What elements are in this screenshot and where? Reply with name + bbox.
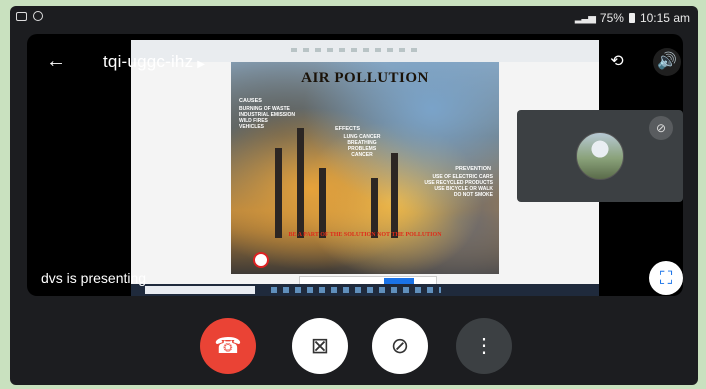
avatar <box>576 132 624 180</box>
mic-off-icon: ⊘ <box>390 333 410 358</box>
battery-icon <box>628 13 635 23</box>
signal-icon: ▂▃▅ <box>574 12 596 24</box>
chimney <box>297 128 304 238</box>
end-call-icon: ☎ <box>214 333 242 358</box>
battery-percent: 75% <box>599 11 624 25</box>
phone-screen: ▂▃▅ 75% 10:15 am AIR POLLUTION CAUSES BU… <box>10 6 698 385</box>
camera-off-icon: ⊠ <box>310 333 330 358</box>
chimney <box>275 148 282 238</box>
chevron-right-icon: ▶ <box>197 59 206 70</box>
mic-off-icon: ⊘ <box>649 116 673 140</box>
slide-poster: AIR POLLUTION CAUSES BURNING OF WASTE IN… <box>231 62 499 274</box>
prevention-heading: PREVENTION <box>455 166 491 172</box>
self-video-tile[interactable]: ⊘ <box>517 110 683 202</box>
layout-icon[interactable]: ⛶ <box>649 261 683 295</box>
mic-toggle-button[interactable]: ⊘ <box>372 318 428 374</box>
prevention-list: USE OF ELECTRIC CARS USE RECYCLED PRODUC… <box>424 174 493 198</box>
end-call-button[interactable]: ☎ <box>200 318 256 374</box>
status-bar: ▂▃▅ 75% 10:15 am <box>10 6 698 30</box>
switch-camera-icon[interactable]: ⟲ <box>603 48 631 76</box>
more-options-button[interactable]: ⋮ <box>456 318 512 374</box>
meeting-code-button[interactable]: tqi-uggc-ihz ▶ <box>103 52 205 72</box>
meeting-code: tqi-uggc-ihz <box>103 52 194 71</box>
speaker-icon[interactable]: 🔊 <box>653 48 681 76</box>
causes-heading: CAUSES <box>239 98 262 104</box>
causes-list: BURNING OF WASTE INDUSTRIAL EMISSION WIL… <box>239 106 296 130</box>
taskbar-apps <box>271 287 441 293</box>
windows-taskbar <box>131 284 599 296</box>
presenter-label: dvs is presenting <box>41 270 147 286</box>
gallery-icon <box>16 11 27 21</box>
more-vertical-icon: ⋮ <box>474 335 494 357</box>
taskbar-search <box>145 286 255 294</box>
notification-icon <box>33 11 43 21</box>
slide-banner: BE A PART OF THE SOLUTION NOT THE POLLUT… <box>288 232 442 238</box>
camera-toggle-button[interactable]: ⊠ <box>292 318 348 374</box>
effects-heading: EFFECTS <box>335 126 361 132</box>
chimney <box>319 168 326 238</box>
back-arrow-icon[interactable]: ← <box>45 50 67 72</box>
call-controls: ☎ ⊠ ⊘ ⋮ <box>10 302 698 382</box>
no-smoking-icon <box>253 252 269 268</box>
clock: 10:15 am <box>639 11 690 25</box>
effects-list: LUNG CANCER BREATHING PROBLEMS CANCER <box>343 134 381 158</box>
chimney <box>371 178 378 238</box>
presentation-stage: AIR POLLUTION CAUSES BURNING OF WASTE IN… <box>27 34 683 296</box>
